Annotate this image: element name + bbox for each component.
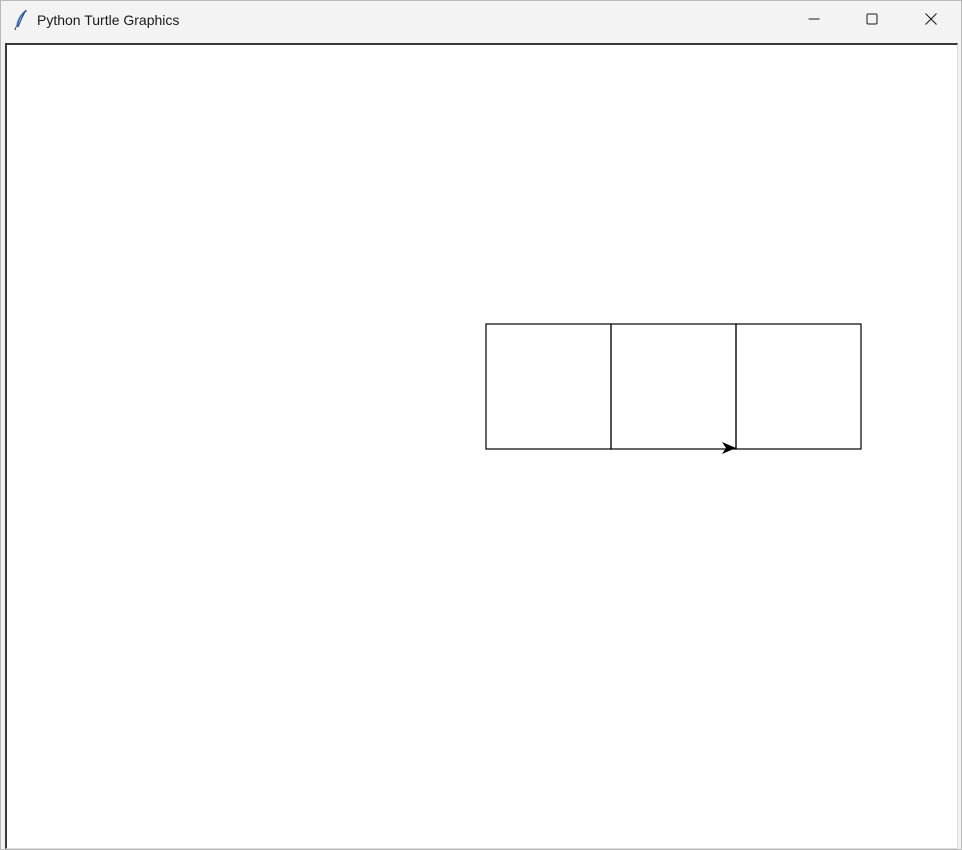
window-title: Python Turtle Graphics — [37, 12, 180, 28]
turtle-canvas[interactable] — [7, 45, 957, 848]
close-button[interactable] — [902, 1, 960, 40]
turtle-canvas-frame — [5, 43, 958, 849]
minimize-button[interactable] — [785, 1, 843, 40]
turtle-window: Python Turtle Graphics — [0, 0, 962, 850]
minimize-icon — [808, 12, 820, 30]
canvas-background — [7, 45, 957, 848]
title-bar[interactable]: Python Turtle Graphics — [1, 1, 961, 40]
maximize-icon — [866, 12, 878, 30]
feather-icon — [13, 9, 29, 31]
close-icon — [925, 12, 937, 30]
maximize-button[interactable] — [843, 1, 901, 40]
